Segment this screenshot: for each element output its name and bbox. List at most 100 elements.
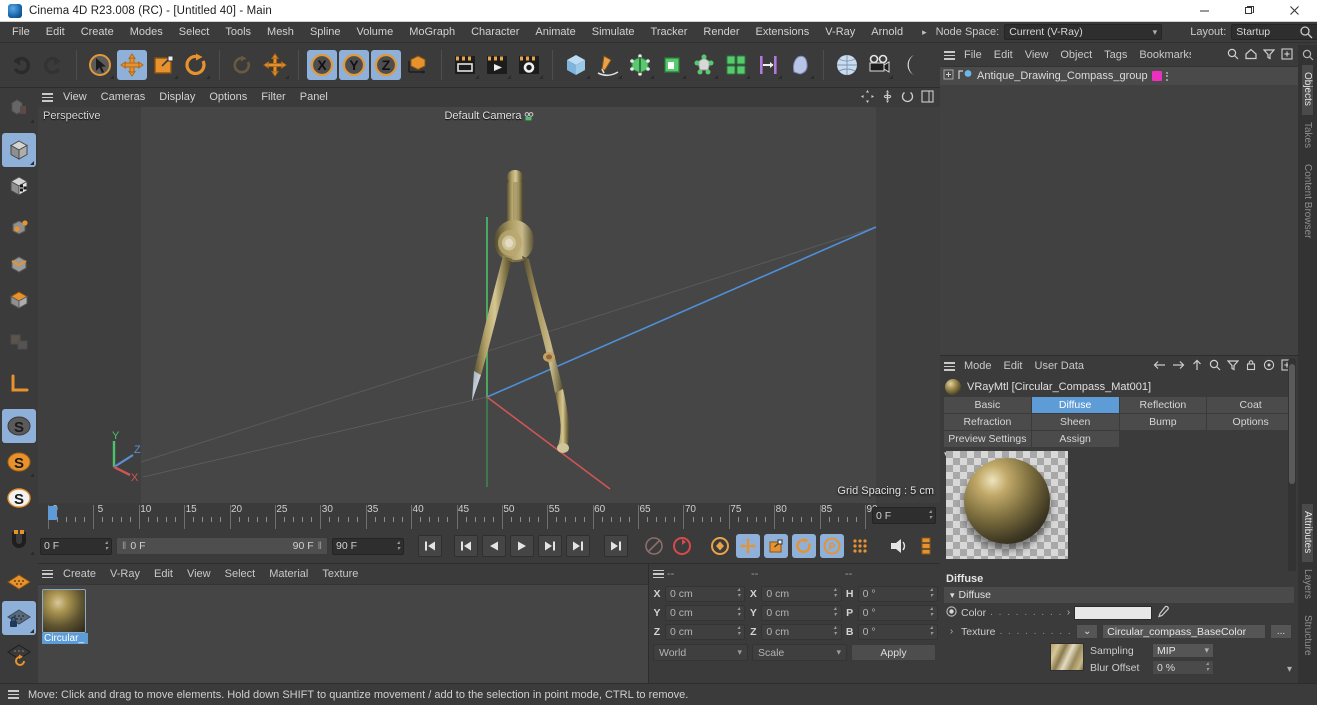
material-item[interactable]: Circular_ (42, 589, 88, 644)
model-mode-button[interactable] (2, 133, 36, 167)
attribute-menu-edit[interactable]: Edit (998, 356, 1029, 377)
record-keyframe-button[interactable] (670, 534, 694, 558)
material-menu-texture[interactable]: Texture (315, 564, 365, 584)
menu-item-simulate[interactable]: Simulate (584, 22, 643, 43)
spinner-icon[interactable]: ▴ ▾ (834, 625, 837, 637)
attribute-hamburger-icon[interactable] (940, 357, 958, 376)
spinner-icon[interactable]: ▴ ▾ (930, 606, 933, 618)
object-menu-file[interactable]: File (958, 45, 988, 66)
menu-item-file[interactable]: File (4, 22, 38, 43)
sound-button[interactable] (886, 534, 910, 558)
tab-diffuse[interactable]: Diffuse (1031, 397, 1119, 413)
play-backward-button[interactable] (482, 535, 506, 557)
tab-bump[interactable]: Bump (1119, 414, 1207, 430)
keyframe-selection-button[interactable] (708, 534, 732, 558)
target-icon[interactable] (1263, 359, 1275, 374)
make-editable-button[interactable] (2, 91, 36, 125)
timeline-range-bar[interactable]: ‖ 0 F 90 F ‖ (116, 537, 328, 555)
sampling-select[interactable]: MIP ▾ (1152, 643, 1214, 658)
material-menu-select[interactable]: Select (218, 564, 263, 584)
tab-assign[interactable]: Assign (1031, 431, 1119, 447)
vertical-tab-takes[interactable]: Takes (1302, 115, 1313, 157)
coordinates-hamburger-icon[interactable] (649, 565, 667, 584)
diffuse-more-icon[interactable]: ▾ (1287, 664, 1292, 675)
enable-snapping-button[interactable]: S (2, 409, 36, 443)
tab-refraction[interactable]: Refraction (944, 414, 1031, 430)
lock-workplane-button[interactable] (2, 601, 36, 635)
coord-field-size-x[interactable]: 0 cm ▴ ▾ (761, 585, 842, 602)
coord-field-rot-b[interactable]: 0 ° ▴ ▾ (857, 623, 938, 640)
back-arrow-icon[interactable] (1153, 359, 1166, 374)
undo-view-button[interactable] (228, 50, 258, 80)
menu-item-mesh[interactable]: Mesh (259, 22, 302, 43)
menu-item-extensions[interactable]: Extensions (747, 22, 817, 43)
eyedropper-icon[interactable] (1156, 605, 1169, 621)
menu-overflow-icon[interactable]: ▸ (919, 27, 930, 38)
global-search-icon[interactable] (1299, 25, 1313, 42)
up-arrow-icon[interactable] (1191, 359, 1203, 374)
edges-mode-button[interactable] (2, 247, 36, 281)
collapse-caret-icon[interactable]: ▾ (950, 590, 955, 601)
object-menu-bookmarks[interactable]: Bookmarks (1133, 45, 1191, 66)
spinner-icon[interactable]: ▴ ▾ (105, 540, 108, 552)
tab-coat[interactable]: Coat (1207, 397, 1294, 413)
material-menu-vray[interactable]: V-Ray (103, 564, 147, 584)
spline-pen-button[interactable] (593, 50, 623, 80)
rotate-tool-button[interactable] (181, 50, 211, 80)
menu-item-arnold[interactable]: Arnold (863, 22, 911, 43)
vertical-tab-content-browser[interactable]: Content Browser (1302, 157, 1313, 247)
material-menu-edit[interactable]: Edit (147, 564, 180, 584)
menu-item-vray[interactable]: V-Ray (817, 22, 863, 43)
axis-y-button[interactable]: Y (339, 50, 369, 80)
timeline-bar-button[interactable] (914, 534, 938, 558)
menu-item-window[interactable]: Wind (911, 22, 919, 43)
spinner-icon[interactable]: ▴ ▾ (737, 625, 740, 637)
blur-offset-field[interactable]: 0 % ▴ ▾ (1152, 660, 1214, 675)
menu-item-mograph[interactable]: MoGraph (401, 22, 463, 43)
axis-x-button[interactable]: X (307, 50, 337, 80)
viewport-menu-options[interactable]: Options (202, 88, 254, 107)
texture-thumbnail[interactable] (1050, 643, 1084, 671)
viewport-menu-filter[interactable]: Filter (254, 88, 292, 107)
start-frame-field[interactable]: 0 F ▴ ▾ (40, 537, 112, 555)
timeline-playhead[interactable] (48, 506, 57, 520)
render-picture-viewer-button[interactable] (482, 50, 512, 80)
menu-item-tools[interactable]: Tools (217, 22, 259, 43)
bend-deformer-button[interactable] (657, 50, 687, 80)
spinner-icon[interactable]: ▴ ▾ (929, 509, 932, 521)
render-settings-button[interactable] (514, 50, 544, 80)
mograph-button[interactable] (689, 50, 719, 80)
menu-item-modes[interactable]: Modes (122, 22, 171, 43)
maximize-button[interactable] (1227, 0, 1272, 22)
position-key-button[interactable] (736, 534, 760, 558)
material-thumbnail[interactable] (42, 589, 86, 633)
go-to-start-button[interactable] (418, 535, 442, 557)
spinner-icon[interactable]: ▴ ▾ (930, 625, 933, 637)
material-hamburger-icon[interactable] (38, 565, 56, 584)
viewport-menu-display[interactable]: Display (152, 88, 202, 107)
coord-field-pos-z[interactable]: 0 cm ▴ ▾ (665, 623, 746, 640)
points-mode-button[interactable] (2, 211, 36, 245)
color-swatch[interactable] (1074, 605, 1153, 620)
uv-polygons-button[interactable] (2, 325, 36, 359)
scale-key-button[interactable] (764, 534, 788, 558)
node-space-select[interactable]: Current (V-Ray) ▾ (1004, 24, 1163, 40)
spinner-icon[interactable]: ▴ ▾ (1206, 661, 1209, 673)
coordinate-mode-select[interactable]: Scale ▾ (752, 644, 847, 661)
parameter-key-button[interactable]: P (820, 534, 844, 558)
tab-options[interactable]: Options (1207, 414, 1294, 430)
forward-arrow-icon[interactable] (1172, 359, 1185, 374)
rotation-key-button[interactable] (792, 534, 816, 558)
world-object-coordinate-button[interactable] (403, 50, 433, 80)
search-icon[interactable] (1227, 48, 1239, 63)
object-menu-object[interactable]: Object (1054, 45, 1098, 66)
cube-primitive-button[interactable] (561, 50, 591, 80)
add-icon[interactable] (1281, 48, 1293, 63)
apply-button[interactable]: Apply (851, 644, 936, 661)
viewport-menu-cameras[interactable]: Cameras (94, 88, 153, 107)
coord-field-rot-h[interactable]: 0 ° ▴ ▾ (857, 585, 938, 602)
point-level-animation-button[interactable] (848, 534, 872, 558)
cloner-button[interactable] (721, 50, 751, 80)
spinner-icon[interactable]: ▴ ▾ (834, 606, 837, 618)
vertical-tab-structure[interactable]: Structure (1302, 608, 1313, 665)
